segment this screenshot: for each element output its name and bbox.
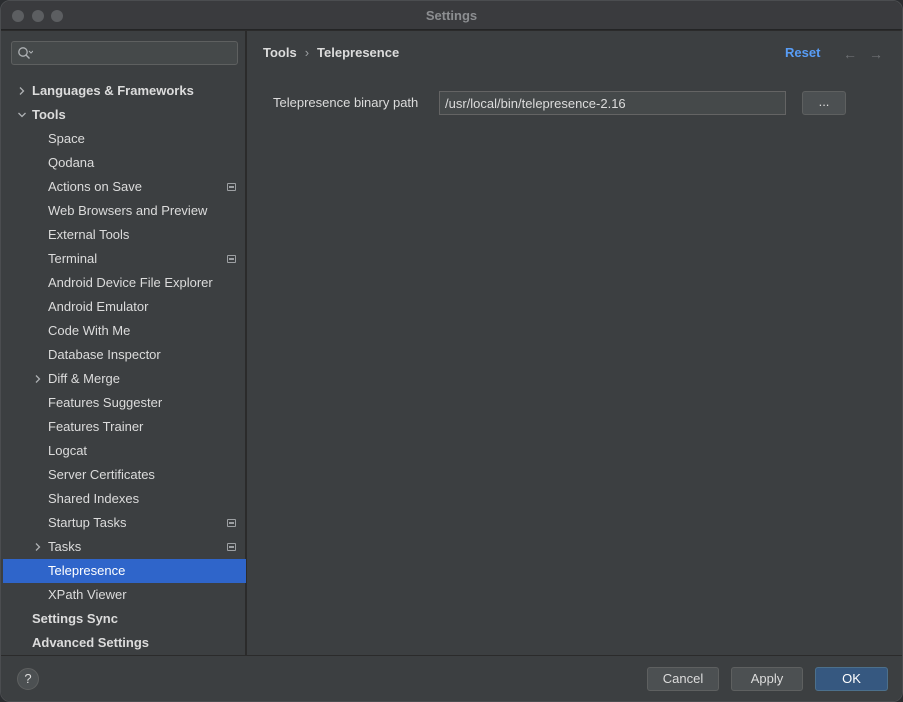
breadcrumb-parent[interactable]: Tools [263,45,297,60]
sidebar-item-label: Advanced Settings [32,635,150,650]
sidebar-item-label: Web Browsers and Preview [48,203,208,218]
chevron-down-icon[interactable] [17,110,27,120]
sidebar-item-label: Telepresence [48,563,126,578]
sidebar-item[interactable]: Diff & Merge [3,367,246,391]
sidebar-item[interactable]: Features Trainer [3,415,246,439]
sidebar-item-label: Features Trainer [48,419,144,434]
sidebar-item-label: Android Emulator [48,299,149,314]
sidebar-item[interactable]: Logcat [3,439,246,463]
chevron-right-icon[interactable] [33,374,43,384]
settings-content-panel: Tools › Telepresence Reset ← → Telepresenc… [247,31,902,655]
sidebar-item-label: Tools [32,107,66,122]
project-settings-icon [227,519,236,527]
back-arrow-icon[interactable]: ← [843,46,857,62]
sidebar-item-label: Qodana [48,155,95,170]
project-settings-icon [227,543,236,551]
sidebar-item[interactable]: Actions on Save [3,175,246,199]
cancel-button[interactable]: Cancel [647,667,719,691]
chevron-right-icon[interactable] [33,542,43,552]
sidebar-item[interactable]: Server Certificates [3,463,246,487]
dialog-footer: ? Cancel Apply OK [1,655,902,701]
search-icon [18,47,33,59]
sidebar-item-label: External Tools [48,227,130,242]
binary-path-label: Telepresence binary path [273,95,419,110]
breadcrumb-chevron-icon: › [304,45,310,60]
window-title: Settings [425,8,478,23]
apply-button[interactable]: Apply [731,667,803,691]
settings-window: Settings Languages & Frameworks Tools Spac… [0,0,903,702]
sidebar-item[interactable]: Space [3,127,246,151]
sidebar-item-label: Diff & Merge [48,371,121,386]
sidebar-item[interactable]: Advanced Settings [3,631,246,655]
sidebar-item[interactable]: Qodana [3,151,246,175]
settings-sidebar: Languages & Frameworks Tools Space Qodana Ac… [1,31,246,655]
sidebar-item-label: Features Suggester [48,395,163,410]
project-settings-icon [227,183,236,191]
sidebar-item-label: Logcat [48,443,88,458]
sidebar-item[interactable]: Tools [3,103,246,127]
sidebar-item-label: Tasks [48,539,82,554]
sidebar-item-label: Languages & Frameworks [32,83,194,98]
sidebar-item[interactable]: Startup Tasks [3,511,246,535]
sidebar-item-label: Space [48,131,85,146]
sidebar-item[interactable]: Telepresence [3,559,246,583]
binary-path-input[interactable] [439,91,786,115]
sidebar-item-label: Server Certificates [48,467,155,482]
sidebar-item-label: Code With Me [48,323,131,338]
sidebar-item[interactable]: Web Browsers and Preview [3,199,246,223]
sidebar-item-label: XPath Viewer [48,587,127,602]
sidebar-item[interactable]: Tasks [3,535,246,559]
project-settings-icon [227,255,236,263]
sidebar-item[interactable]: Shared Indexes [3,487,246,511]
sidebar-item-label: Actions on Save [48,179,142,194]
title-bar: Settings [1,1,902,30]
settings-search-input[interactable] [11,41,238,65]
sidebar-item[interactable]: Terminal [3,247,246,271]
sidebar-item-label: Startup Tasks [48,515,127,530]
help-button[interactable]: ? [17,668,39,690]
reset-link[interactable]: Reset [785,45,820,60]
chevron-right-icon[interactable] [17,86,27,96]
ok-button[interactable]: OK [815,667,888,691]
sidebar-item-label: Database Inspector [48,347,161,362]
sidebar-item[interactable]: External Tools [3,223,246,247]
sidebar-item-label: Shared Indexes [48,491,140,506]
browse-button[interactable]: ... [802,91,846,115]
sidebar-item[interactable]: Code With Me [3,319,246,343]
breadcrumb-current: Telepresence [317,45,400,60]
sidebar-item-label: Settings Sync [32,611,118,626]
breadcrumb: Tools › Telepresence [263,45,399,60]
sidebar-item[interactable]: Database Inspector [3,343,246,367]
forward-arrow-icon[interactable]: → [869,46,883,62]
sidebar-item-label: Terminal [48,251,98,266]
sidebar-item[interactable]: XPath Viewer [3,583,246,607]
sidebar-item-label: Android Device File Explorer [48,275,213,290]
sidebar-item[interactable]: Features Suggester [3,391,246,415]
sidebar-item[interactable]: Languages & Frameworks [3,79,246,103]
sidebar-item[interactable]: Android Emulator [3,295,246,319]
sidebar-item[interactable]: Android Device File Explorer [3,271,246,295]
sidebar-item[interactable]: Settings Sync [3,607,246,631]
